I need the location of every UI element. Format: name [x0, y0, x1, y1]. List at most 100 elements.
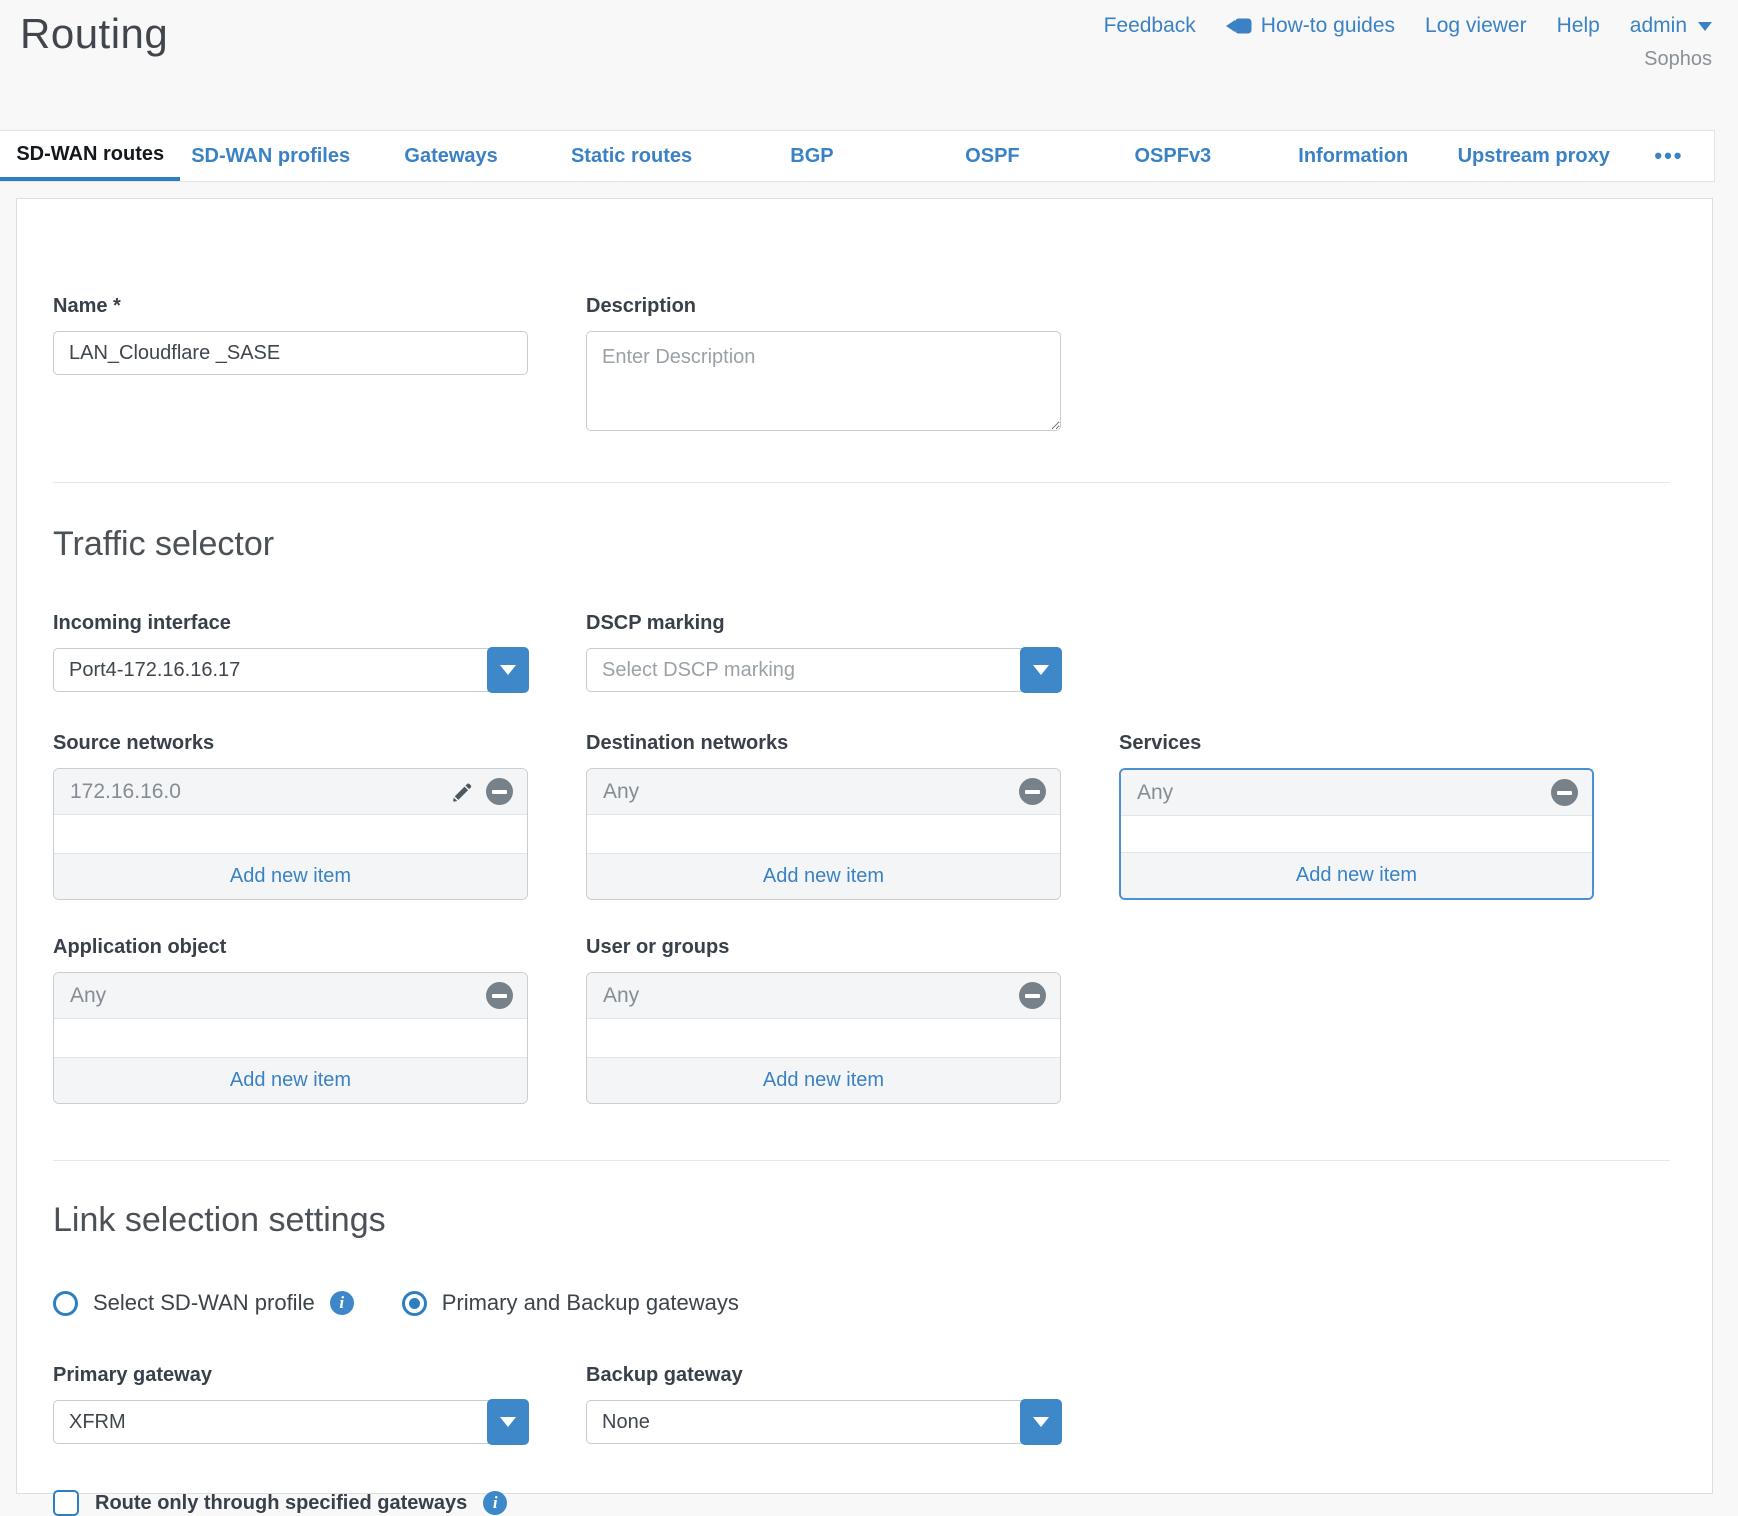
destination-networks-group: Destination networks Any Add new item: [586, 732, 1061, 900]
user-or-groups-listbox: Any Add new item: [586, 972, 1061, 1104]
sdwan-profile-radio[interactable]: [53, 1291, 78, 1316]
name-field-group: Name *: [53, 295, 528, 436]
dscp-marking-dropdown-button[interactable]: [1020, 647, 1062, 693]
traffic-selector-heading: Traffic selector: [53, 525, 1670, 564]
dscp-marking-value[interactable]: [586, 648, 1061, 692]
list-item-label: Any: [70, 984, 106, 1008]
description-label: Description: [586, 295, 1061, 318]
chevron-down-icon: [1033, 1417, 1049, 1427]
link-selection-radios: Select SD-WAN profile i Primary and Back…: [53, 1290, 1670, 1316]
section-divider: [53, 482, 1670, 483]
services-label: Services: [1119, 732, 1594, 755]
howto-guides-link[interactable]: How-to guides: [1226, 14, 1395, 38]
user-or-groups-add-button[interactable]: Add new item: [587, 1057, 1060, 1103]
name-input[interactable]: [53, 331, 528, 375]
list-body: [1121, 816, 1592, 852]
remove-item-icon[interactable]: [486, 982, 513, 1009]
primary-gateway-group: Primary gateway: [53, 1364, 528, 1444]
info-icon[interactable]: i: [330, 1291, 354, 1315]
services-add-button[interactable]: Add new item: [1121, 852, 1592, 898]
brand-label: Sophos: [1644, 48, 1712, 71]
chevron-down-icon: [500, 1417, 516, 1427]
primary-gateway-value[interactable]: [53, 1400, 528, 1444]
tab-static-routes[interactable]: Static routes: [541, 131, 721, 181]
remove-item-icon[interactable]: [1551, 779, 1578, 806]
tab-upstream-proxy[interactable]: Upstream proxy: [1444, 131, 1624, 181]
log-viewer-link[interactable]: Log viewer: [1425, 14, 1527, 38]
list-body: [587, 815, 1060, 853]
chevron-down-icon: [1698, 22, 1712, 31]
top-header: Routing Feedback How-to guides Log viewe…: [0, 0, 1738, 130]
tab-bar: SD-WAN routes SD-WAN profiles Gateways S…: [0, 130, 1715, 182]
primary-backup-radio[interactable]: [402, 1291, 427, 1316]
application-users-row: Application object Any Add new item User…: [53, 936, 1670, 1104]
primary-gateway-dropdown-button[interactable]: [487, 1399, 529, 1445]
dscp-marking-label: DSCP marking: [586, 612, 1061, 635]
backup-gateway-value[interactable]: [586, 1400, 1061, 1444]
interface-dscp-row: Incoming interface DSCP marking: [53, 612, 1670, 692]
chevron-down-icon: [1033, 665, 1049, 675]
remove-item-icon[interactable]: [1019, 778, 1046, 805]
primary-backup-radio-label: Primary and Backup gateways: [442, 1290, 739, 1316]
application-object-group: Application object Any Add new item: [53, 936, 528, 1104]
tab-sdwan-profiles[interactable]: SD-WAN profiles: [180, 131, 360, 181]
tab-ospf[interactable]: OSPF: [902, 131, 1082, 181]
gateway-row: Primary gateway Backup gateway: [53, 1364, 1670, 1444]
feedback-link[interactable]: Feedback: [1104, 14, 1196, 38]
route-only-checkbox-label: Route only through specified gateways: [95, 1492, 467, 1515]
howto-guides-label: How-to guides: [1261, 14, 1395, 38]
admin-menu-label: admin: [1630, 14, 1687, 38]
tab-sdwan-routes[interactable]: SD-WAN routes: [0, 131, 180, 181]
backup-gateway-label: Backup gateway: [586, 1364, 1061, 1387]
tab-gateways[interactable]: Gateways: [361, 131, 541, 181]
link-selection-heading: Link selection settings: [53, 1201, 1670, 1240]
description-field-group: Description: [586, 295, 1061, 436]
tab-more-menu[interactable]: •••: [1624, 131, 1714, 181]
destination-networks-label: Destination networks: [586, 732, 1061, 755]
remove-item-icon[interactable]: [486, 778, 513, 805]
sdwan-profile-radio-group: Select SD-WAN profile i: [53, 1290, 354, 1316]
chevron-down-icon: [500, 665, 516, 675]
header-links: Feedback How-to guides Log viewer Help a…: [1104, 14, 1712, 38]
list-item-label: Any: [603, 780, 639, 804]
tab-ospfv3[interactable]: OSPFv3: [1083, 131, 1263, 181]
content-card: Name * Description Traffic selector Inco…: [16, 198, 1713, 1494]
application-object-add-button[interactable]: Add new item: [54, 1057, 527, 1103]
route-only-row: Route only through specified gateways i: [53, 1490, 1670, 1516]
video-camera-icon: [1226, 17, 1252, 35]
route-only-checkbox[interactable]: [53, 1490, 79, 1516]
primary-gateway-label: Primary gateway: [53, 1364, 528, 1387]
backup-gateway-dropdown-button[interactable]: [1020, 1399, 1062, 1445]
edit-pencil-icon[interactable]: [450, 779, 476, 805]
admin-menu[interactable]: admin: [1630, 14, 1712, 38]
incoming-interface-dropdown-button[interactable]: [487, 647, 529, 693]
remove-item-icon[interactable]: [1019, 982, 1046, 1009]
page-title: Routing: [20, 10, 168, 58]
info-icon[interactable]: i: [483, 1491, 507, 1515]
description-textarea[interactable]: [586, 331, 1061, 431]
source-networks-group: Source networks 172.16.16.0 Add new item: [53, 732, 528, 900]
backup-gateway-select[interactable]: [586, 1400, 1061, 1444]
source-networks-add-button[interactable]: Add new item: [54, 853, 527, 899]
name-description-row: Name * Description: [53, 295, 1670, 436]
tab-bgp[interactable]: BGP: [722, 131, 902, 181]
list-item: Any: [54, 973, 527, 1019]
services-listbox: Any Add new item: [1119, 768, 1594, 900]
destination-networks-add-button[interactable]: Add new item: [587, 853, 1060, 899]
incoming-interface-select[interactable]: [53, 648, 528, 692]
list-item: Any: [587, 973, 1060, 1019]
user-or-groups-label: User or groups: [586, 936, 1061, 959]
sdwan-profile-radio-label: Select SD-WAN profile: [93, 1290, 315, 1316]
list-item: Any: [587, 769, 1060, 815]
tab-information[interactable]: Information: [1263, 131, 1443, 181]
source-networks-listbox: 172.16.16.0 Add new item: [53, 768, 528, 900]
user-or-groups-group: User or groups Any Add new item: [586, 936, 1061, 1104]
list-item-label: Any: [1137, 781, 1173, 805]
list-body: [54, 815, 527, 853]
help-link[interactable]: Help: [1557, 14, 1600, 38]
source-networks-label: Source networks: [53, 732, 528, 755]
primary-gateway-select[interactable]: [53, 1400, 528, 1444]
dscp-marking-select[interactable]: [586, 648, 1061, 692]
incoming-interface-value[interactable]: [53, 648, 528, 692]
application-object-label: Application object: [53, 936, 528, 959]
